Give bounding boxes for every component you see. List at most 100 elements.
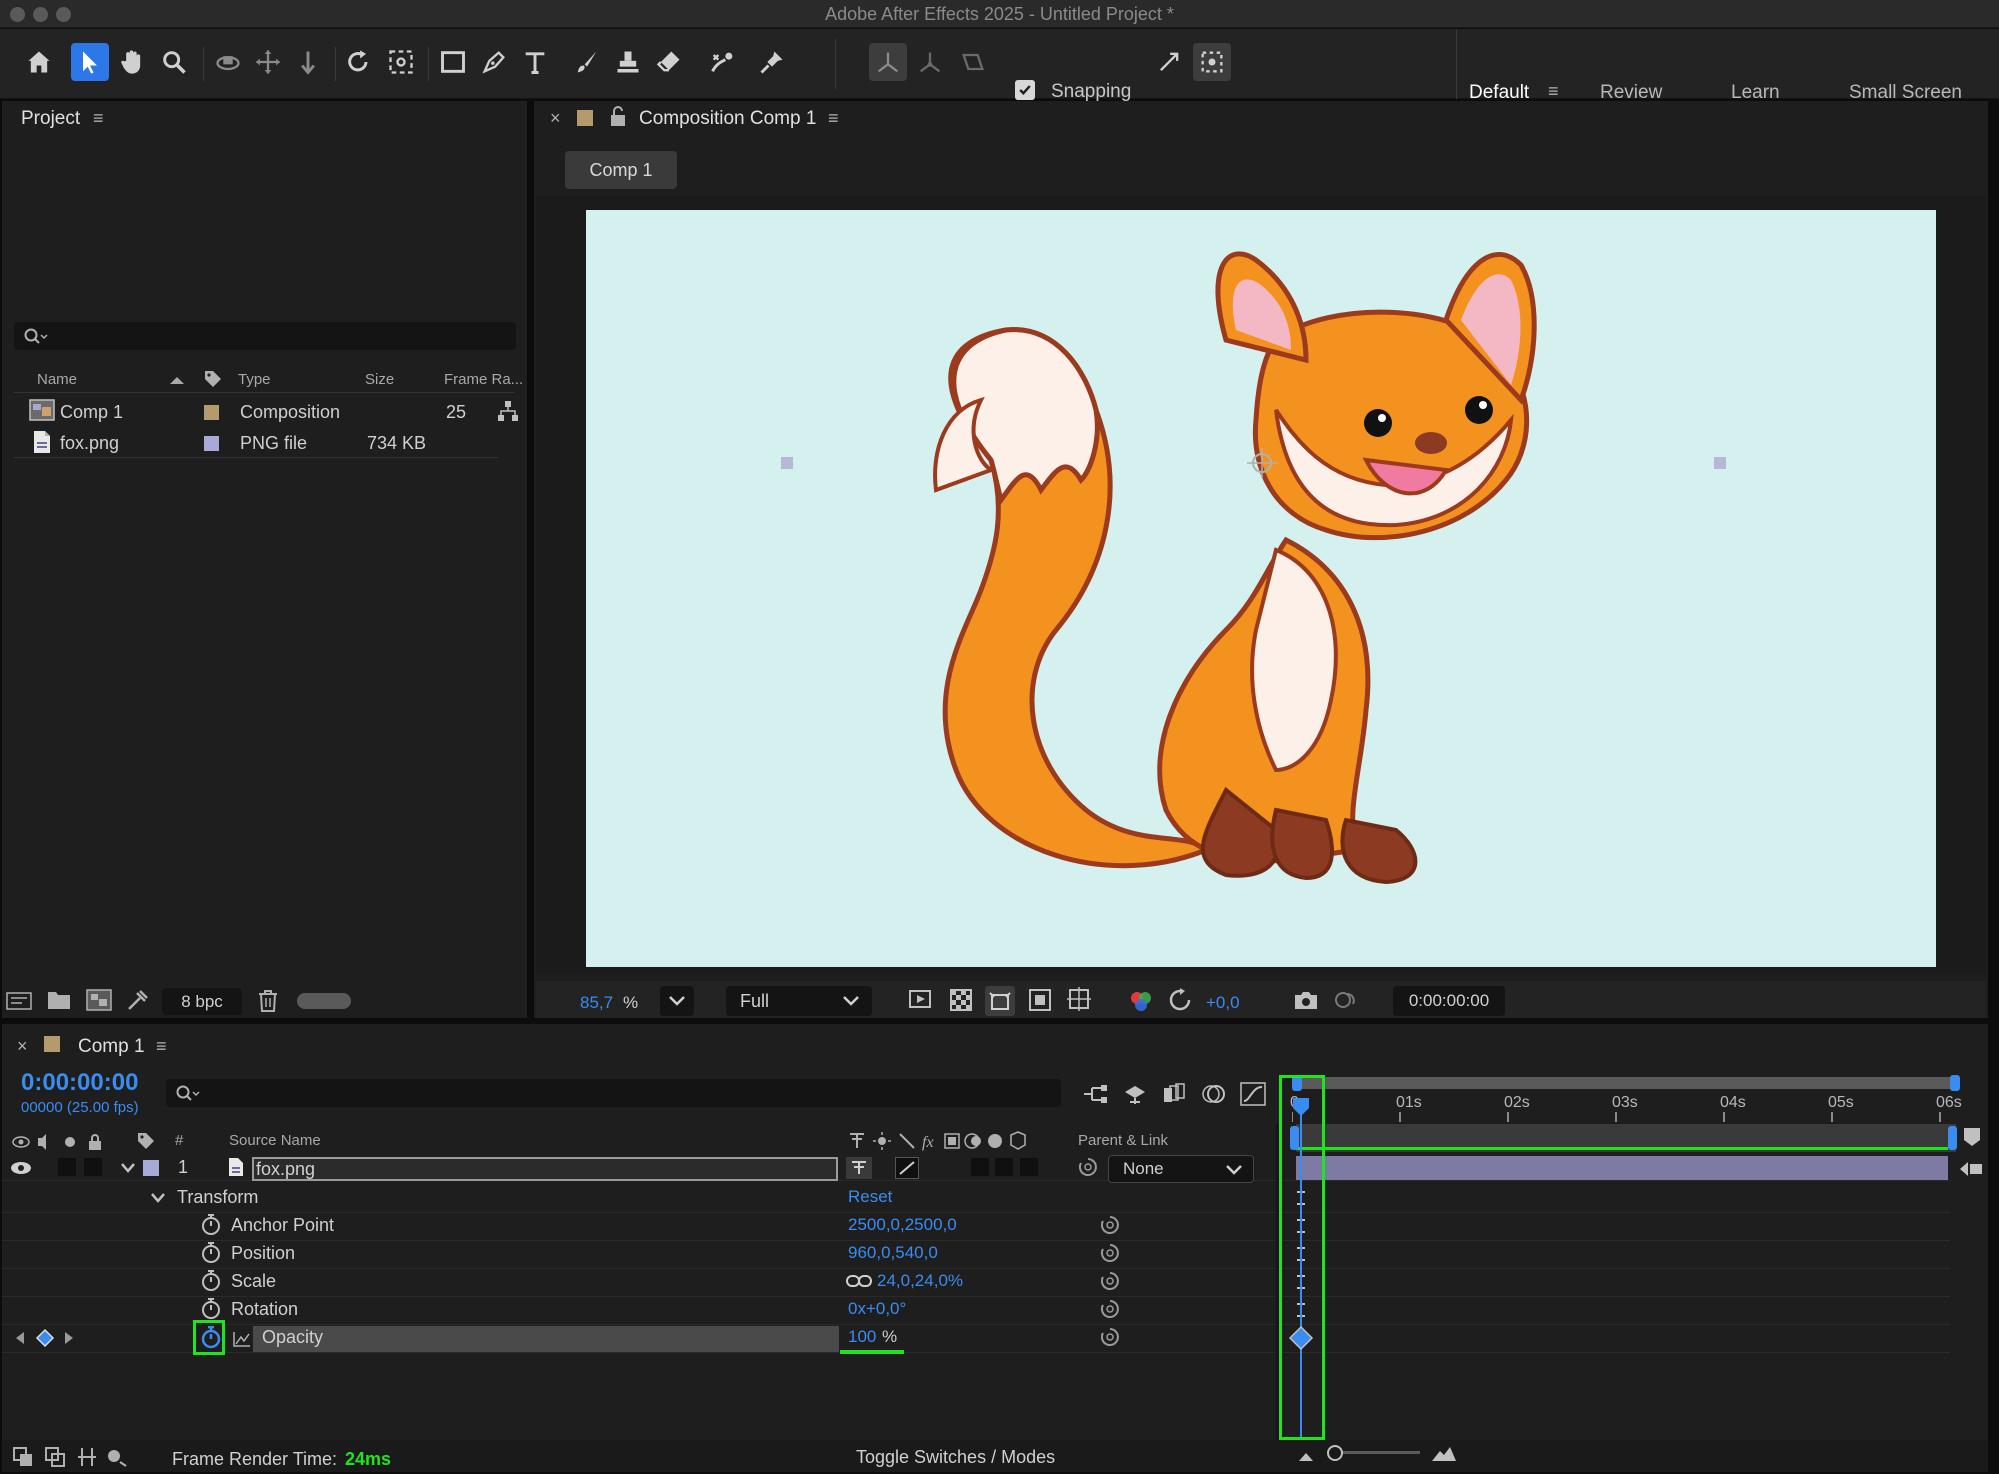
pan-camera-icon[interactable] (249, 43, 287, 81)
label-color-swatch[interactable] (204, 405, 219, 420)
pick-whip-icon[interactable] (1100, 1327, 1120, 1347)
clone-stamp-tool-icon[interactable] (609, 43, 647, 81)
next-keyframe-icon[interactable] (62, 1330, 76, 1346)
transform-group-row[interactable] (2, 1185, 1950, 1213)
property-value[interactable]: 2500,0,2500,0 (848, 1215, 957, 1235)
magnification-dropdown[interactable] (660, 986, 694, 1016)
new-folder-icon[interactable] (47, 989, 71, 1011)
composition-tab-title[interactable]: Composition Comp 1 (639, 108, 816, 130)
channels-icon[interactable] (1128, 988, 1154, 1014)
pick-whip-icon[interactable] (1100, 1243, 1120, 1263)
pen-tool-icon[interactable] (475, 43, 513, 81)
pick-whip-icon[interactable] (1100, 1215, 1120, 1235)
rectangle-tool-icon[interactable] (434, 43, 472, 81)
lock-icon[interactable] (609, 106, 627, 128)
shy-switch[interactable] (846, 1157, 872, 1179)
adjustment-layer-switch[interactable] (995, 1158, 1013, 1176)
workspace-menu-icon[interactable]: ≡ (1548, 81, 1559, 102)
close-icon[interactable]: × (550, 108, 561, 129)
frame-blending-icon[interactable] (1162, 1082, 1186, 1106)
snap-edges-icon[interactable] (1150, 43, 1188, 81)
reset-exposure-icon[interactable] (1168, 988, 1192, 1012)
label-tag-icon[interactable] (203, 369, 223, 389)
show-snapshot-icon[interactable] (1333, 988, 1357, 1012)
snapping-checkbox[interactable] (1015, 80, 1035, 100)
trash-icon[interactable] (257, 989, 279, 1013)
opacity-value[interactable]: 100 (848, 1327, 876, 1347)
sort-ascending-icon[interactable] (168, 374, 186, 386)
motion-blur-icon[interactable] (1200, 1082, 1226, 1106)
timeline-tab-title[interactable]: Comp 1 (78, 1036, 145, 1058)
parent-select[interactable]: None (1108, 1155, 1254, 1183)
grid-guides-icon[interactable] (1066, 986, 1092, 1012)
stopwatch-icon[interactable] (200, 1214, 222, 1236)
property-value[interactable]: 24,0,24,0% (877, 1271, 963, 1291)
thumbnail-size-slider[interactable] (297, 993, 351, 1009)
expand-layer-bar-icon[interactable] (1958, 1158, 1984, 1180)
draft-3d-icon[interactable] (1122, 1082, 1148, 1106)
comp-marker-bin-icon[interactable] (1962, 1126, 1982, 1148)
pick-whip-icon[interactable] (1100, 1271, 1120, 1291)
timeline-zoom-slider-thumb[interactable] (1327, 1445, 1343, 1461)
graph-editor-icon[interactable] (1240, 1082, 1266, 1106)
interpret-footage-icon[interactable] (6, 989, 32, 1011)
local-axis-mode-icon[interactable] (869, 43, 907, 81)
selection-tool-icon[interactable] (71, 43, 109, 81)
graph-toggle-icon[interactable] (232, 1330, 252, 1348)
layer-switches-pane-icon[interactable] (12, 1446, 34, 1468)
3d-layer-switch[interactable] (1020, 1158, 1038, 1176)
timeline-search-input[interactable] (166, 1079, 1061, 1107)
project-col-frame-rate[interactable]: Frame Ra... (444, 371, 523, 388)
previous-keyframe-icon[interactable] (13, 1330, 27, 1346)
chevron-down-icon[interactable] (150, 1192, 166, 1204)
magnification-value[interactable]: 85,7 (580, 993, 613, 1013)
hand-tool-icon[interactable] (113, 43, 151, 81)
bit-depth-button[interactable]: 8 bpc (162, 988, 242, 1015)
transparency-grid-icon[interactable] (949, 988, 973, 1012)
work-area-end-marker[interactable] (1948, 1126, 1957, 1150)
transfer-controls-pane-icon[interactable] (44, 1446, 66, 1468)
exposure-value[interactable]: +0,0 (1206, 993, 1240, 1013)
toggle-switches-modes-button[interactable]: Toggle Switches / Modes (856, 1447, 1055, 1468)
composition-mini-flowchart-icon[interactable] (1082, 1082, 1108, 1106)
transform-reset-link[interactable]: Reset (848, 1187, 892, 1207)
work-area-end-handle[interactable] (1950, 1075, 1960, 1091)
work-area-bar[interactable] (1294, 1077, 1956, 1089)
chevron-down-icon[interactable] (120, 1162, 136, 1174)
property-row-scale[interactable] (2, 1269, 1950, 1297)
project-col-type[interactable]: Type (238, 371, 271, 388)
pick-whip-icon[interactable] (1100, 1299, 1120, 1319)
snap-features-icon[interactable] (1193, 43, 1231, 81)
home-icon[interactable] (20, 43, 58, 81)
stopwatch-icon[interactable] (200, 1242, 222, 1264)
fast-previews-icon[interactable] (908, 988, 934, 1012)
project-panel-menu-icon[interactable]: ≡ (93, 108, 104, 129)
stopwatch-icon[interactable] (200, 1270, 222, 1292)
type-tool-icon[interactable] (516, 43, 554, 81)
solo-switch[interactable] (58, 1158, 76, 1176)
zoom-out-mountain-icon[interactable] (1297, 1449, 1315, 1463)
zoom-tool-icon[interactable] (155, 43, 193, 81)
flowchart-icon[interactable] (497, 400, 519, 422)
comp-navigator-chip[interactable]: Comp 1 (565, 151, 677, 189)
project-panel-title[interactable]: Project (21, 108, 80, 130)
pick-whip-icon[interactable] (1078, 1157, 1098, 1177)
add-keyframe-icon[interactable] (35, 1328, 55, 1348)
rotation-tool-icon[interactable] (340, 43, 378, 81)
region-of-interest-icon[interactable] (1028, 988, 1052, 1012)
label-color-swatch[interactable] (204, 436, 219, 451)
world-axis-mode-icon[interactable] (911, 43, 949, 81)
view-axis-mode-icon[interactable] (954, 43, 992, 81)
project-search-input[interactable] (14, 322, 516, 350)
layer-name-field[interactable]: fox.png (252, 1157, 838, 1181)
composition-canvas[interactable] (586, 210, 1936, 967)
source-name-header[interactable]: Source Name (229, 1132, 321, 1149)
adjust-settings-icon[interactable] (126, 988, 150, 1012)
lock-switch[interactable] (84, 1158, 102, 1176)
layer-label-swatch[interactable] (143, 1160, 159, 1176)
zoom-in-mountain-icon[interactable] (1430, 1445, 1458, 1463)
resolution-select[interactable]: Full (726, 986, 872, 1016)
timeline-panel-menu-icon[interactable]: ≡ (156, 1036, 167, 1057)
property-value[interactable]: 0x+0,0° (848, 1299, 906, 1319)
quality-switch[interactable] (895, 1157, 919, 1179)
